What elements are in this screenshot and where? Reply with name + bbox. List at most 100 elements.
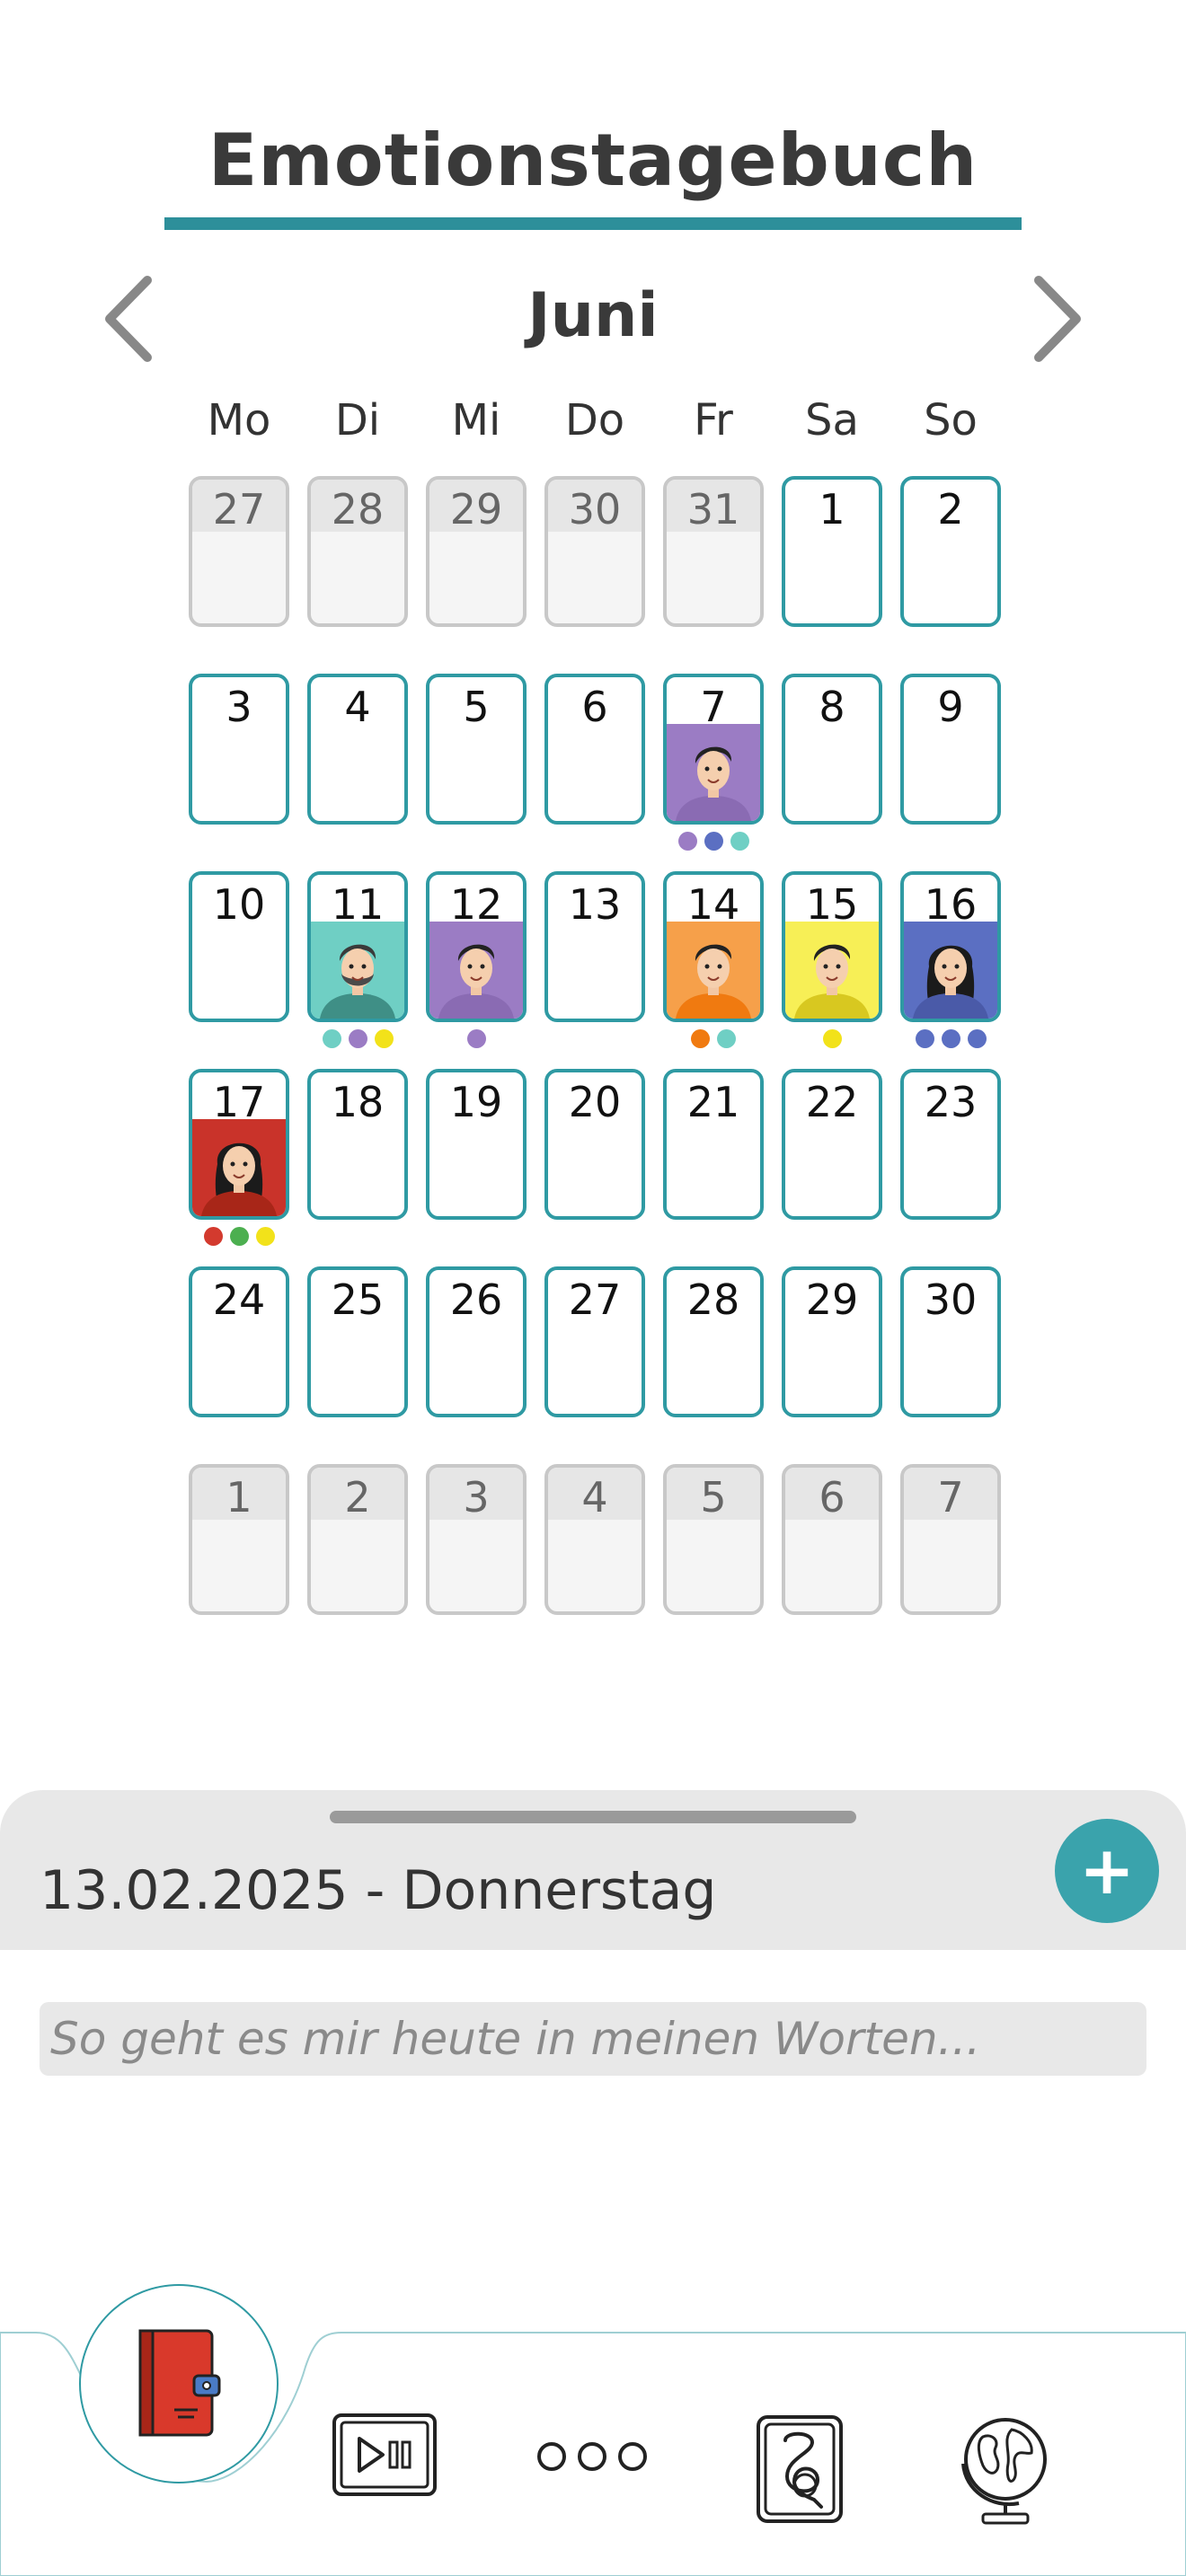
calendar-day[interactable]: 27	[544, 1266, 645, 1417]
emotion-dots	[189, 1227, 289, 1247]
calendar-day[interactable]: 1	[782, 476, 882, 627]
calendar-day-outside-month[interactable]: 29	[426, 476, 527, 627]
emotion-avatar	[311, 922, 404, 1019]
emotion-dot	[941, 1029, 960, 1048]
calendar-day[interactable]: 11	[307, 871, 408, 1022]
calendar-day[interactable]: 24	[189, 1266, 289, 1417]
day-number: 31	[686, 485, 740, 534]
calendar-day-outside-month[interactable]: 31	[663, 476, 764, 627]
day-number: 9	[937, 683, 964, 731]
calendar-day-outside-month[interactable]: 4	[544, 1464, 645, 1615]
calendar-day-outside-month[interactable]: 6	[782, 1464, 882, 1615]
calendar-day[interactable]: 22	[782, 1069, 882, 1220]
calendar-day[interactable]: 26	[426, 1266, 527, 1417]
emotion-avatar	[667, 922, 760, 1019]
calendar-day-outside-month[interactable]: 1	[189, 1464, 289, 1615]
day-number: 20	[568, 1078, 622, 1126]
day-number: 3	[463, 1473, 490, 1522]
weekday-header: Di	[334, 395, 381, 446]
day-number: 5	[463, 683, 490, 731]
calendar-day[interactable]: 18	[307, 1069, 408, 1220]
emotion-dots	[663, 832, 764, 851]
day-number: 6	[819, 1473, 845, 1522]
emotion-avatar	[904, 922, 997, 1019]
emotion-dots	[426, 1029, 527, 1049]
emotion-dot	[203, 1227, 223, 1246]
calendar-day[interactable]: 23	[900, 1069, 1001, 1220]
calendar-day[interactable]: 20	[544, 1069, 645, 1220]
day-number: 2	[937, 485, 964, 534]
calendar-day[interactable]: 8	[782, 674, 882, 825]
calendar-day[interactable]: 21	[663, 1069, 764, 1220]
bottom-navigation	[0, 2284, 1186, 2576]
calendar-day[interactable]: 2	[900, 476, 1001, 627]
calendar-day-outside-month[interactable]: 30	[544, 476, 645, 627]
calendar-day-outside-month[interactable]: 7	[900, 1464, 1001, 1615]
emotion-dot	[822, 1029, 842, 1048]
sheet-drag-handle[interactable]	[330, 1811, 856, 1823]
next-month-button[interactable]	[1019, 269, 1091, 368]
nav-diary[interactable]	[79, 2284, 279, 2483]
calendar-day-outside-month[interactable]: 3	[426, 1464, 527, 1615]
calendar-day[interactable]: 12	[426, 871, 527, 1022]
nav-globe[interactable]	[956, 2410, 1055, 2527]
calendar-day[interactable]: 10	[189, 871, 289, 1022]
emotion-dot	[915, 1029, 934, 1048]
selected-date-label: 13.02.2025 - Donnerstag	[40, 1859, 717, 1922]
day-number: 8	[819, 683, 845, 731]
emotion-dot	[717, 1029, 736, 1048]
day-number: 2	[344, 1473, 371, 1522]
calendar-day[interactable]: 19	[426, 1069, 527, 1220]
day-number: 30	[568, 485, 622, 534]
day-number: 22	[805, 1078, 859, 1126]
emotion-dots	[663, 1029, 764, 1049]
calendar-day-outside-month[interactable]: 28	[307, 476, 408, 627]
day-number: 13	[568, 880, 622, 929]
diary-icon	[138, 2329, 221, 2437]
calendar-day-outside-month[interactable]: 2	[307, 1464, 408, 1615]
emotion-dot	[730, 832, 749, 851]
calendar-day[interactable]: 5	[426, 674, 527, 825]
calendar-day-outside-month[interactable]: 5	[663, 1464, 764, 1615]
weekday-header: Sa	[805, 395, 859, 446]
nav-media[interactable]	[331, 2412, 438, 2501]
calendar-day-outside-month[interactable]: 27	[189, 476, 289, 627]
calendar-day[interactable]: 4	[307, 674, 408, 825]
emotion-dot	[348, 1029, 367, 1048]
emotion-dots	[307, 1029, 408, 1049]
day-number: 4	[344, 683, 371, 731]
calendar-day[interactable]: 30	[900, 1266, 1001, 1417]
emotion-dots	[900, 1029, 1001, 1049]
calendar-day[interactable]: 14	[663, 871, 764, 1022]
emotion-avatar	[429, 922, 523, 1019]
more-icon	[537, 2442, 647, 2471]
nav-more[interactable]	[535, 2439, 649, 2475]
month-label: Juni	[527, 280, 659, 351]
calendar-day[interactable]: 7	[663, 674, 764, 825]
day-number: 4	[581, 1473, 608, 1522]
emotion-avatar	[192, 1119, 286, 1216]
add-entry-button[interactable]: +	[1055, 1819, 1159, 1923]
calendar-day[interactable]: 17	[189, 1069, 289, 1220]
day-number: 6	[581, 683, 608, 731]
calendar-day[interactable]: 25	[307, 1266, 408, 1417]
weekday-header: Mo	[207, 395, 271, 446]
weekday-header: Do	[564, 395, 625, 446]
day-number: 27	[212, 485, 266, 534]
diary-note-input[interactable]	[40, 2002, 1146, 2076]
calendar-day[interactable]: 9	[900, 674, 1001, 825]
globe-icon	[961, 2418, 1047, 2525]
weekday-header: Mi	[451, 395, 501, 446]
calendar-day[interactable]: 28	[663, 1266, 764, 1417]
calendar-day[interactable]: 16	[900, 871, 1001, 1022]
emotion-dot	[967, 1029, 987, 1048]
emotion-dot	[704, 832, 723, 851]
calendar-day[interactable]: 15	[782, 871, 882, 1022]
calendar-day[interactable]: 29	[782, 1266, 882, 1417]
emotion-dot	[374, 1029, 394, 1048]
calendar-day[interactable]: 6	[544, 674, 645, 825]
nav-cards[interactable]	[755, 2413, 845, 2525]
calendar-day[interactable]: 13	[544, 871, 645, 1022]
day-number: 23	[924, 1078, 978, 1126]
calendar-day[interactable]: 3	[189, 674, 289, 825]
